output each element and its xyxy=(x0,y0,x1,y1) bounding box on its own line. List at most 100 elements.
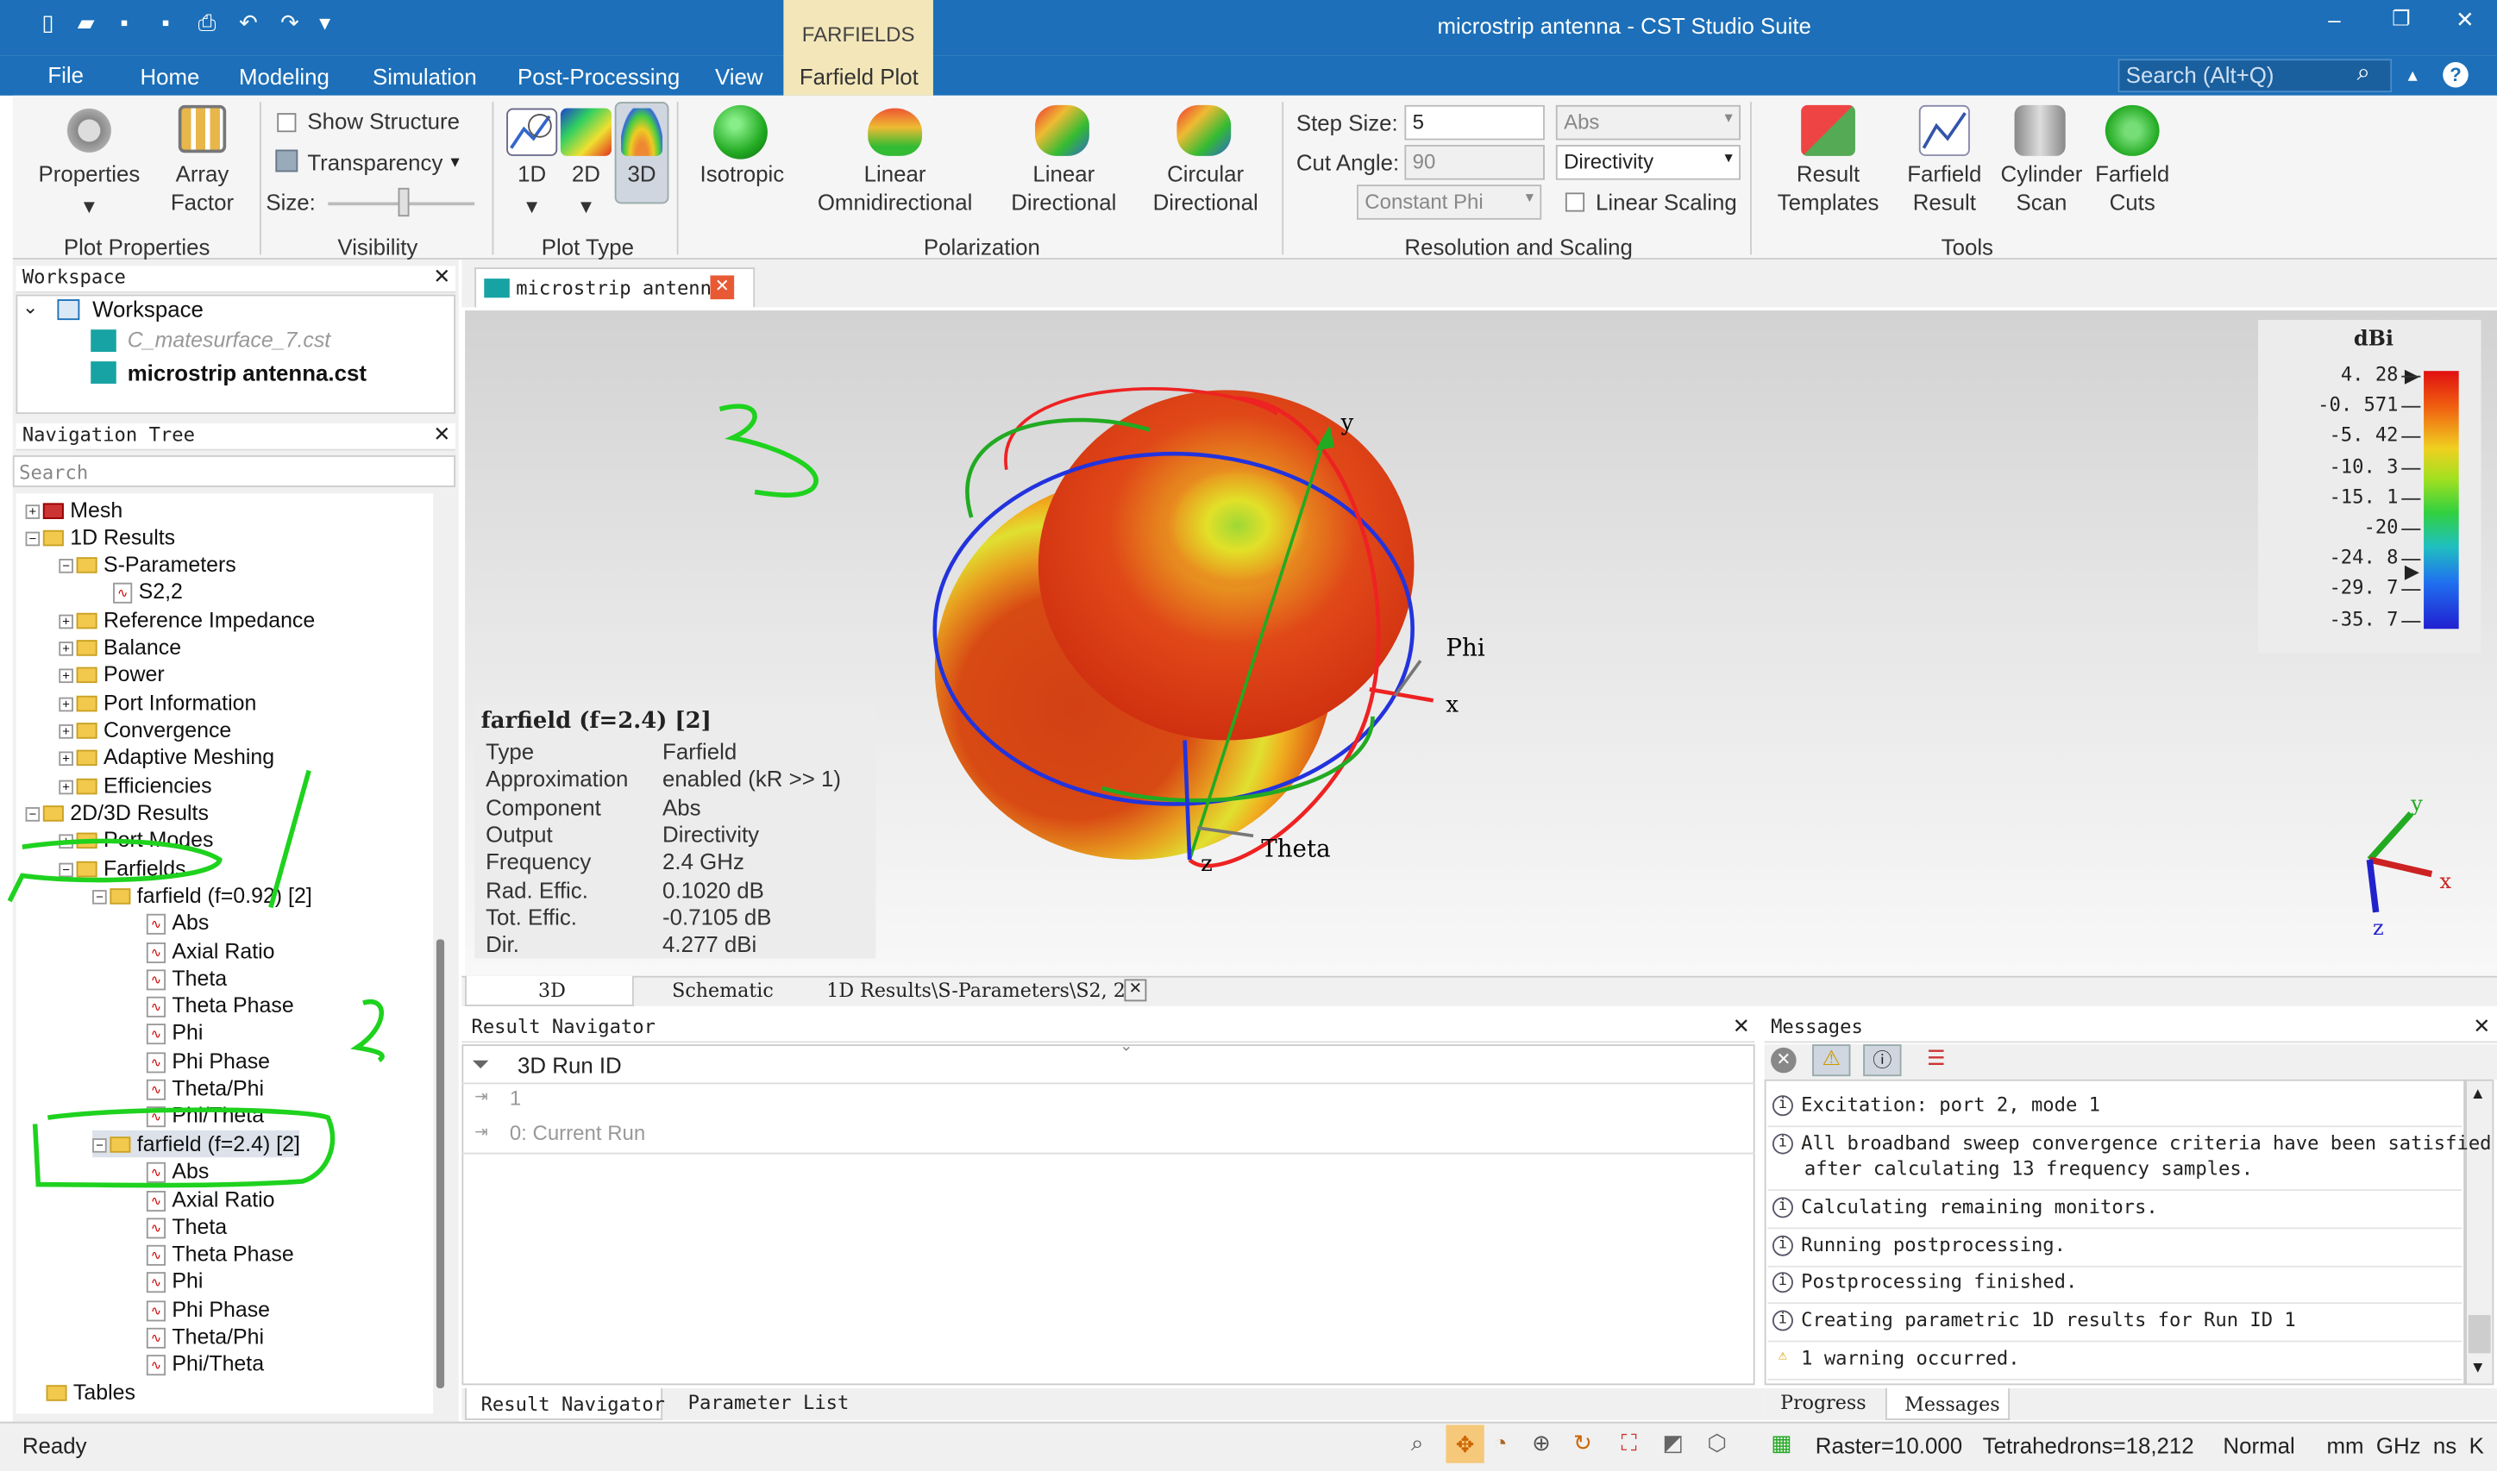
expand-icon[interactable]: + xyxy=(25,504,41,519)
size-slider-thumb[interactable] xyxy=(398,187,410,217)
nav-search-input[interactable]: Search xyxy=(12,455,456,487)
menu-home[interactable]: Home xyxy=(140,64,199,90)
navigation-tree-close-icon[interactable]: ✕ xyxy=(433,422,450,448)
plot-1d-dropdown-icon[interactable]: ▾ xyxy=(506,192,557,219)
zoom-in-icon[interactable]: ⊕ xyxy=(1532,1430,1551,1456)
plot-1d-button[interactable]: 1D xyxy=(506,160,557,187)
plot-3d-button[interactable]: 3D xyxy=(617,160,668,187)
cylinder-scan-label-2[interactable]: Scan xyxy=(1994,190,2090,216)
save-icon[interactable]: ▪ xyxy=(111,9,137,35)
nav-tree-item[interactable]: − S-Parameters xyxy=(59,551,236,578)
nav-tree-item[interactable]: + Convergence xyxy=(59,717,231,743)
legend-min-marker-icon[interactable]: ▶ xyxy=(2405,560,2419,583)
nav-tree-item[interactable]: ∿ Phi/Theta xyxy=(126,1350,264,1377)
nav-tree-item[interactable]: ∿ Phi Phase xyxy=(126,1296,270,1323)
parameter-list-tab[interactable]: Parameter List xyxy=(688,1392,850,1414)
view-tab-1d-results[interactable]: 1D Results\S-Parameters\S2, 2 xyxy=(826,979,1126,1001)
cut-angle-input[interactable]: 90 xyxy=(1404,145,1545,180)
zoom-icon[interactable]: ⌕ xyxy=(1411,1430,1423,1456)
info-filter-icon[interactable]: ⓘ xyxy=(1863,1044,1902,1077)
linear-dir-label-1[interactable]: Linear xyxy=(997,160,1131,187)
mesh-view-icon[interactable]: ▦ xyxy=(1771,1430,1791,1456)
run-id-column[interactable]: 3D Run ID xyxy=(518,1052,622,1078)
workspace-root[interactable]: Workspace xyxy=(92,296,204,322)
linear-scaling-checkbox[interactable] xyxy=(1565,192,1585,212)
expand-icon[interactable]: + xyxy=(59,668,73,683)
scroll-up-icon[interactable]: ▲ xyxy=(2470,1086,2486,1103)
menu-post-processing[interactable]: Post-Processing xyxy=(518,64,680,90)
linear-omni-label-2[interactable]: Omnidirectional xyxy=(806,190,984,216)
view-tab-schematic[interactable]: Schematic xyxy=(672,979,774,1001)
redo-icon[interactable]: ↷ xyxy=(277,9,303,35)
nav-tree-item[interactable]: ∿ Theta/Phi xyxy=(126,1323,264,1349)
expand-icon[interactable]: + xyxy=(59,723,73,739)
print-icon[interactable]: ⎙ xyxy=(194,9,220,35)
step-size-input[interactable]: 5 xyxy=(1404,104,1545,141)
result-templates-label-2[interactable]: Templates xyxy=(1761,190,1895,216)
fit-view-icon[interactable]: ⛶ xyxy=(1622,1430,1637,1456)
cube-view-icon[interactable]: ⬡ xyxy=(1707,1430,1727,1456)
nav-tree-item[interactable]: + Balance xyxy=(59,634,181,661)
array-factor-label-2[interactable]: Factor xyxy=(153,190,251,216)
help-icon[interactable]: ? xyxy=(2443,62,2469,88)
new-file-icon[interactable]: ▯ xyxy=(35,9,61,35)
expand-icon[interactable]: + xyxy=(59,697,73,712)
messages-scroll-thumb[interactable] xyxy=(2468,1315,2491,1354)
menu-view[interactable]: View xyxy=(715,64,763,90)
nav-tree-item[interactable]: + Power xyxy=(59,661,165,687)
output-select[interactable]: Directivity ▾ xyxy=(1555,145,1741,180)
expand-icon[interactable]: + xyxy=(59,641,73,656)
nav-tree-item[interactable]: ∿ Theta Phase xyxy=(126,1240,294,1267)
view-options-icon[interactable]: ◩ xyxy=(1663,1430,1684,1456)
nav-tree-item[interactable]: + Port Information xyxy=(59,689,256,716)
run-row-1[interactable]: 1 xyxy=(510,1086,521,1110)
nav-tree-item[interactable]: + Reference Impedance xyxy=(59,606,315,633)
show-structure-checkbox[interactable] xyxy=(277,113,297,133)
menu-simulation[interactable]: Simulation xyxy=(373,64,477,90)
properties-button[interactable]: Properties xyxy=(26,160,154,187)
doc-tab-close-icon[interactable]: ✕ xyxy=(710,275,735,300)
messages-close-icon[interactable]: ✕ xyxy=(2473,1014,2490,1040)
nav-tree-item[interactable]: ∿ Phi xyxy=(126,1268,203,1294)
nav-tree-item[interactable]: Tables xyxy=(26,1379,135,1406)
collapse-icon[interactable]: − xyxy=(25,531,41,547)
transparency-button[interactable]: Transparency xyxy=(307,150,442,177)
warning-filter-icon[interactable]: ⚠ xyxy=(1812,1044,1851,1077)
nav-tree-item[interactable]: + Mesh xyxy=(25,497,122,523)
nav-tree-item[interactable]: ∿ S2,2 xyxy=(92,578,183,604)
farfield-result-label-1[interactable]: Farfield xyxy=(1897,160,1992,187)
menu-farfield-plot[interactable]: Farfield Plot xyxy=(800,64,919,90)
search-icon[interactable]: ⌕ xyxy=(2357,59,2371,85)
sort-icon[interactable]: ⌄ xyxy=(1120,1038,1132,1055)
circular-dir-label-2[interactable]: Directional xyxy=(1139,190,1272,216)
rotate-icon[interactable]: ◔ xyxy=(1494,1430,1508,1456)
menu-file[interactable]: File xyxy=(47,62,84,88)
run-row-current[interactable]: 0: Current Run xyxy=(510,1121,645,1145)
expand-icon[interactable]: + xyxy=(59,614,73,629)
nav-tree-item[interactable]: − 1D Results xyxy=(25,523,175,550)
farfield-result-label-2[interactable]: Result xyxy=(1897,190,1992,216)
workspace-collapse-icon[interactable]: ⌄ xyxy=(22,296,39,318)
nav-tree-item[interactable]: ∿ Theta xyxy=(126,1213,227,1240)
clear-messages-icon[interactable]: ☰ xyxy=(1927,1046,1946,1072)
workspace-file-2[interactable]: microstrip antenna.cst xyxy=(128,360,367,385)
result-navigator-close-icon[interactable]: ✕ xyxy=(1733,1014,1750,1040)
linear-dir-label-2[interactable]: Directional xyxy=(997,190,1131,216)
reset-view-icon[interactable]: ↻ xyxy=(1573,1430,1592,1456)
customize-toolbar-icon[interactable]: ▾ xyxy=(312,9,338,35)
circular-dir-label-1[interactable]: Circular xyxy=(1139,160,1272,187)
result-templates-label-1[interactable]: Result xyxy=(1761,160,1895,187)
restore-icon[interactable]: ❐ xyxy=(2392,6,2411,32)
constant-phi-select[interactable]: Constant Phi ▾ xyxy=(1357,185,1542,220)
cylinder-scan-label-1[interactable]: Cylinder xyxy=(1994,160,2090,187)
collapse-ribbon-icon[interactable]: ▴ xyxy=(2408,64,2418,86)
scroll-down-icon[interactable]: ▼ xyxy=(2470,1360,2486,1377)
array-factor-label-1[interactable]: Array xyxy=(153,160,251,187)
linear-omni-label-1[interactable]: Linear xyxy=(806,160,984,187)
workspace-file-1[interactable]: C_matesurface_7.cst xyxy=(128,328,331,352)
minimize-icon[interactable]: – xyxy=(2328,6,2340,32)
properties-dropdown-icon[interactable]: ▾ xyxy=(26,192,154,219)
plot-2d-dropdown-icon[interactable]: ▾ xyxy=(561,192,612,219)
pan-icon[interactable]: ✥ xyxy=(1446,1425,1484,1463)
plot-2d-button[interactable]: 2D xyxy=(561,160,612,187)
